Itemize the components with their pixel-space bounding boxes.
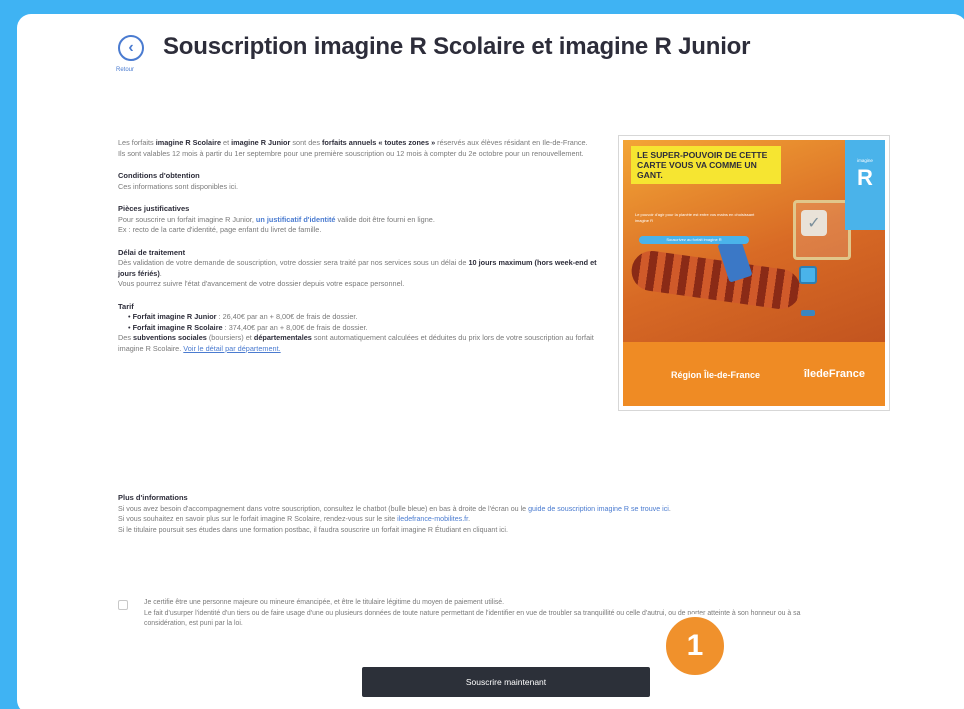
tarif-section: Tarif Forfait imagine R Junior : 26,40€ … [118,302,608,355]
check-icon: ✓ [801,210,827,236]
subscribe-button[interactable]: Souscrire maintenant [362,667,650,697]
promo-image: ✓ LE SUPER-POUVOIR DE CETTE CARTE VOUS V… [623,140,885,406]
back-button[interactable]: ‹ [118,35,144,61]
conditions-section: Conditions d'obtention Ces informations … [118,171,608,192]
tarif-title: Tarif [118,301,134,311]
student-info-text: Si le titulaire poursuit ses études dans… [118,525,508,534]
region-logo: Région Île-de-France [671,370,761,380]
more-info-title: Plus d'informations [118,493,188,502]
conditions-text[interactable]: Ces informations sont disponibles ici. [118,182,238,191]
department-details-link[interactable]: Voir le détail par département. [183,344,280,353]
promo-banner[interactable]: ✓ LE SUPER-POUVOIR DE CETTE CARTE VOUS V… [618,135,890,411]
list-item: Forfait imagine R Junior : 26,40€ par an… [128,312,608,323]
imagine-r-logo: imagine R [845,140,885,230]
pieces-title: Pièces justificatives [118,204,190,213]
intro-paragraph: Les forfaits imagine R Scolaire et imagi… [118,138,588,158]
pieces-section: Pièces justificatives Pour souscrire un … [118,204,608,236]
tarif-list: Forfait imagine R Junior : 26,40€ par an… [128,312,608,333]
more-info-section: Plus d'informations Si vous avez besoin … [118,493,888,535]
promo-tube-graphic [629,248,803,312]
info-content: Les forfaits imagine R Scolaire et imagi… [118,138,608,354]
promo-subtitle: Le pouvoir d'agir pour la planète est en… [635,212,755,223]
subscription-guide-link[interactable]: guide de souscription imagine R se trouv… [528,505,669,513]
back-label[interactable]: Retour [116,67,134,73]
promo-footer: Région Île-de-France îledeFrance [623,342,885,406]
delay-title: Délai de traitement [118,247,186,257]
list-item: Forfait imagine R Scolaire : 374,40€ par… [128,323,608,334]
page-title: Souscription imagine R Scolaire et imagi… [163,33,751,60]
consent-checkbox[interactable] [118,600,128,610]
step-badge: 1 [663,614,727,678]
chevron-left-icon: ‹ [128,39,134,56]
card-reader-icon [801,310,815,316]
delay-section: Délai de traitement Dès validation de vo… [118,248,608,290]
promo-headline: LE SUPER-POUVOIR DE CETTE CARTE VOUS VA … [631,146,781,184]
validator-icon [799,266,817,284]
conditions-title: Conditions d'obtention [118,171,200,180]
promo-cta[interactable]: Souscrivez au forfait imagine R [639,236,749,244]
idfm-logo: îledeFrance [803,368,865,380]
id-proof-link[interactable]: un justificatif d'identité [256,215,336,224]
idfm-site-link[interactable]: iledefrance-mobilites.fr [397,515,468,523]
